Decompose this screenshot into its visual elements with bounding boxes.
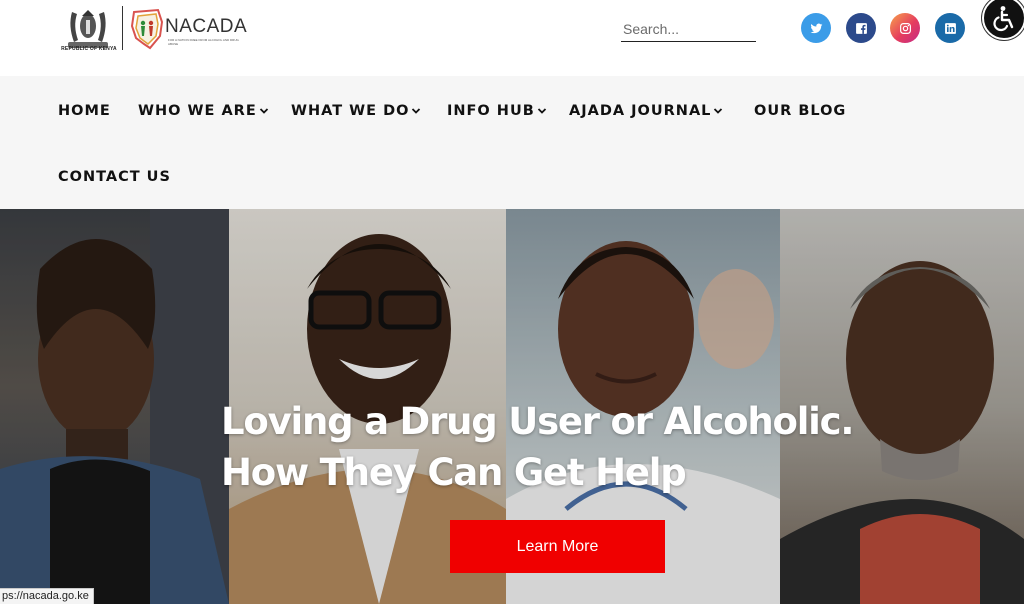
nav-item-label: CONTACT US bbox=[58, 169, 171, 185]
hero-banner: Loving a Drug User or Alcoholic. How The… bbox=[0, 209, 1024, 604]
hero-title-line-2: How They Can Get Help bbox=[221, 451, 687, 494]
logo-divider bbox=[122, 6, 123, 50]
learn-more-button[interactable]: Learn More bbox=[450, 520, 665, 573]
nav-item-label: HOME bbox=[58, 103, 111, 119]
hero-title: Loving a Drug User or Alcoholic. How The… bbox=[221, 396, 921, 498]
chevron-down-icon bbox=[259, 108, 268, 114]
nav-item-label: WHAT WE DO bbox=[291, 103, 410, 119]
facebook-icon[interactable] bbox=[846, 13, 876, 43]
nav-item-our-blog[interactable]: OUR BLOG bbox=[754, 103, 846, 119]
main-nav: HOME WHO WE ARE WHAT WE DO INFO HUB AJAD… bbox=[0, 76, 1024, 209]
nav-item-label: INFO HUB bbox=[447, 103, 535, 119]
instagram-icon[interactable] bbox=[890, 13, 920, 43]
linkedin-icon[interactable] bbox=[935, 13, 965, 43]
search-input[interactable] bbox=[621, 17, 756, 42]
nacada-logo-text: NACADA bbox=[165, 16, 248, 37]
chevron-down-icon bbox=[714, 108, 723, 114]
hero-title-line-1: Loving a Drug User or Alcoholic. bbox=[221, 400, 854, 443]
accessibility-icon[interactable] bbox=[982, 0, 1024, 40]
twitter-icon[interactable] bbox=[801, 13, 831, 43]
nav-item-label: WHO WE ARE bbox=[138, 103, 257, 119]
nav-item-ajada-journal[interactable]: AJADA JOURNAL bbox=[569, 103, 723, 119]
nav-item-who-we-are[interactable]: WHO WE ARE bbox=[138, 103, 269, 119]
nav-item-contact-us[interactable]: CONTACT US bbox=[58, 169, 171, 185]
nav-item-home[interactable]: HOME bbox=[58, 103, 111, 119]
nav-item-what-we-do[interactable]: WHAT WE DO bbox=[291, 103, 421, 119]
coat-caption: REPUBLIC OF KENYA bbox=[61, 46, 117, 52]
chevron-down-icon bbox=[537, 108, 546, 114]
nacada-map-logo[interactable] bbox=[128, 8, 166, 50]
nav-item-label: AJADA JOURNAL bbox=[569, 103, 712, 119]
chevron-down-icon bbox=[412, 108, 421, 114]
nav-item-label: OUR BLOG bbox=[754, 103, 847, 119]
top-header: REPUBLIC OF KENYA NACADA FOR A NATION FR… bbox=[0, 0, 1024, 76]
nacada-tagline: FOR A NATION FREE FROM ALCOHOL AND DRUG … bbox=[168, 38, 239, 46]
nav-item-info-hub[interactable]: INFO HUB bbox=[447, 103, 547, 119]
status-bar-url: ps://nacada.go.ke bbox=[0, 588, 94, 604]
